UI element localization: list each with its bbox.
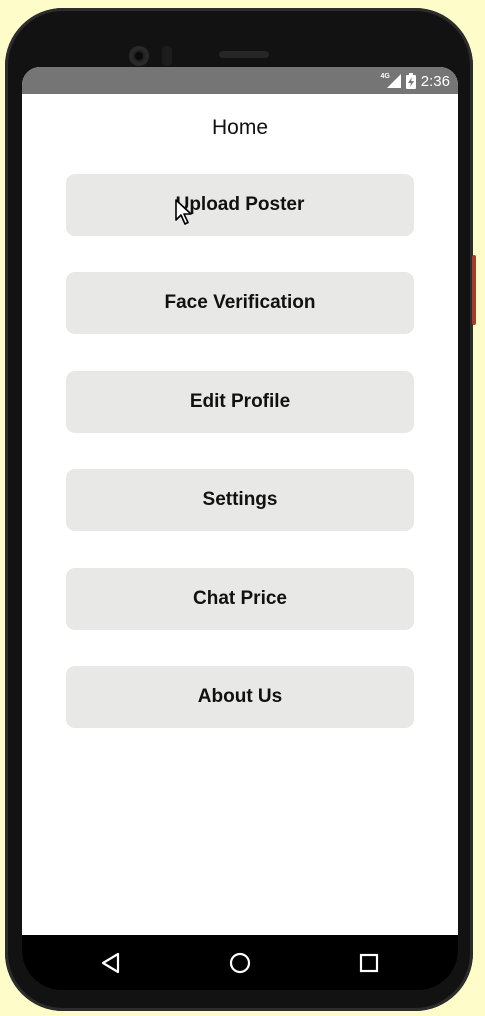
face-verification-button[interactable]: Face Verification (66, 272, 414, 335)
clock: 2:36 (420, 72, 450, 90)
status-bar: 4G 2:36 (22, 67, 458, 94)
proximity-sensor (162, 46, 172, 66)
earpiece-speaker (219, 51, 269, 58)
about-us-button[interactable]: About Us (66, 665, 414, 728)
app-screen: 4G 2:36 Home Upload Poster Face Verifica… (22, 67, 458, 935)
menu-list: Upload Poster Face Verification Edit Pro… (66, 174, 414, 764)
battery-icon (405, 73, 416, 89)
mouse-cursor-icon (175, 199, 192, 225)
signal-icon (386, 74, 401, 88)
status-icons: 4G 2:36 (380, 70, 450, 92)
page-title: Home (211, 116, 269, 139)
back-icon[interactable] (98, 950, 124, 976)
chat-price-button[interactable]: Chat Price (66, 567, 414, 630)
power-button (472, 255, 476, 325)
settings-button[interactable]: Settings (66, 469, 414, 532)
navigation-bar (22, 935, 458, 990)
edit-profile-button[interactable]: Edit Profile (66, 370, 414, 433)
upload-poster-button[interactable]: Upload Poster (66, 174, 414, 236)
recents-icon[interactable] (356, 950, 382, 976)
home-icon[interactable] (227, 950, 253, 976)
front-camera (129, 46, 149, 66)
